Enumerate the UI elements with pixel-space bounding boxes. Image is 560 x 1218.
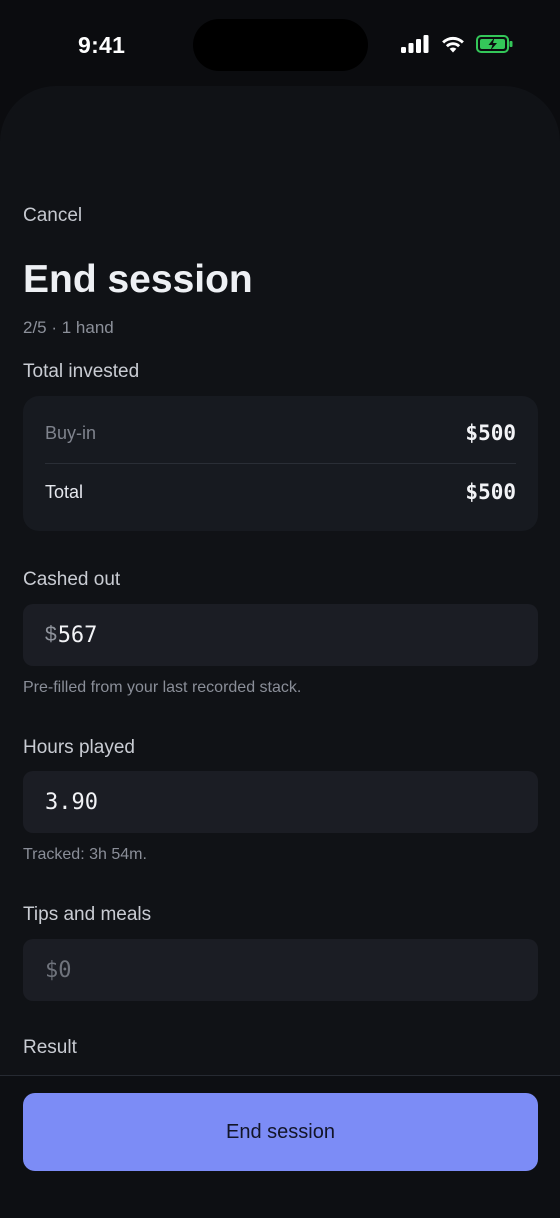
total-label: Total: [45, 481, 84, 502]
battery-charging-icon: [476, 34, 514, 54]
end-session-button[interactable]: End session: [23, 1093, 538, 1171]
buy-in-value: $500: [465, 421, 516, 445]
cellular-signal-icon: [400, 34, 430, 54]
total-row: Total $500: [45, 480, 516, 504]
total-invested-label: Total invested: [23, 361, 140, 382]
session-subtitle: 2/5 · 1 hand: [23, 318, 114, 337]
page-title: End session: [23, 258, 253, 301]
cashed-out-hint: Pre-filled from your last recorded stack…: [23, 679, 302, 696]
hours-played-input[interactable]: 3.90: [23, 771, 538, 833]
cashed-out-label: Cashed out: [23, 569, 121, 590]
tips-and-meals-placeholder: $0: [45, 957, 72, 983]
wifi-icon: [440, 34, 466, 54]
hours-played-value: 3.90: [45, 789, 98, 815]
card-divider: [45, 463, 516, 464]
currency-symbol: $: [45, 623, 57, 646]
cancel-button[interactable]: Cancel: [23, 205, 82, 227]
status-time: 9:41: [78, 32, 126, 58]
buy-in-label: Buy-in: [45, 422, 97, 443]
status-icons: [400, 34, 514, 54]
total-value: $500: [465, 480, 516, 504]
status-bar: 9:41: [0, 0, 560, 90]
cashed-out-value: 567: [57, 622, 98, 648]
dynamic-island: [193, 19, 368, 71]
cashed-out-input[interactable]: $ 567: [23, 604, 538, 666]
buy-in-row: Buy-in $500: [45, 421, 516, 445]
hours-played-label: Hours played: [23, 737, 135, 758]
hours-played-hint: Tracked: 3h 54m.: [23, 846, 147, 863]
result-label: Result: [23, 1037, 77, 1058]
tips-and-meals-input[interactable]: $0: [23, 939, 538, 1001]
tips-and-meals-label: Tips and meals: [23, 904, 152, 925]
total-invested-card: Buy-in $500 Total $500: [23, 396, 538, 531]
